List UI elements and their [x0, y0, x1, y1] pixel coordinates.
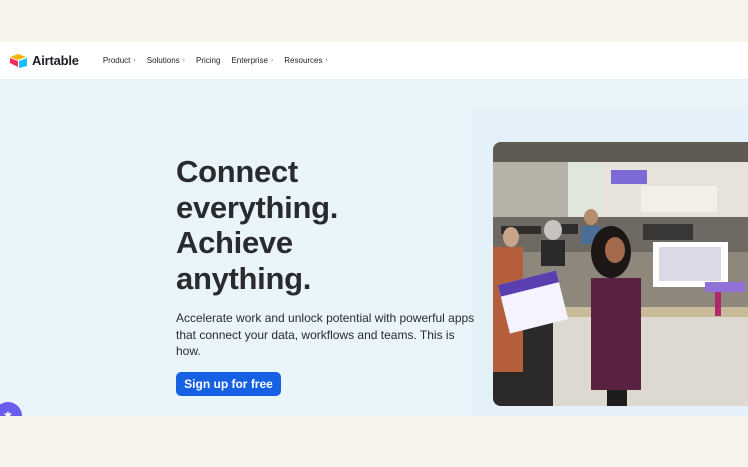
page-frame: Airtable Product › Solutions › Pricing E…	[0, 42, 748, 416]
chevron-right-icon: ›	[182, 57, 185, 64]
hero-subcopy: Accelerate work and unlock potential wit…	[176, 311, 475, 358]
nav-item-label: Enterprise	[231, 56, 268, 65]
hero-headline: Connect everything. Achieve anything.	[176, 154, 476, 296]
help-widget-button[interactable]: ✱	[0, 402, 22, 416]
office-photo-illustration	[493, 142, 748, 406]
nav-menu: Product › Solutions › Pricing Enterprise…	[103, 56, 328, 65]
sign-up-button[interactable]: Sign up for free	[176, 372, 281, 396]
nav-item-label: Resources	[284, 56, 323, 65]
nav-item-solutions[interactable]: Solutions ›	[147, 56, 185, 65]
headline-line: everything.	[176, 189, 339, 225]
nav-item-label: Product	[102, 56, 131, 65]
office-photo	[493, 142, 748, 406]
top-nav: Airtable Product › Solutions › Pricing E…	[0, 42, 748, 79]
nav-item-pricing[interactable]: Pricing	[196, 56, 220, 65]
nav-item-label: Pricing	[196, 56, 221, 65]
nav-item-resources[interactable]: Resources ›	[284, 56, 328, 65]
sparkle-icon: ✱	[3, 410, 13, 417]
headline-line: Connect	[176, 154, 298, 189]
chevron-right-icon: ›	[133, 57, 136, 64]
nav-item-product[interactable]: Product ›	[103, 56, 136, 65]
chevron-right-icon: ›	[270, 57, 274, 64]
chevron-right-icon: ›	[325, 57, 328, 64]
logo-text: Airtable	[32, 53, 79, 68]
airtable-logo-icon	[10, 54, 27, 68]
airtable-logo[interactable]: Airtable	[10, 53, 79, 68]
headline-line: Achieve	[176, 225, 293, 260]
nav-item-label: Solutions	[146, 56, 180, 65]
headline-line: anything.	[176, 260, 312, 296]
nav-item-enterprise[interactable]: Enterprise ›	[231, 56, 273, 65]
